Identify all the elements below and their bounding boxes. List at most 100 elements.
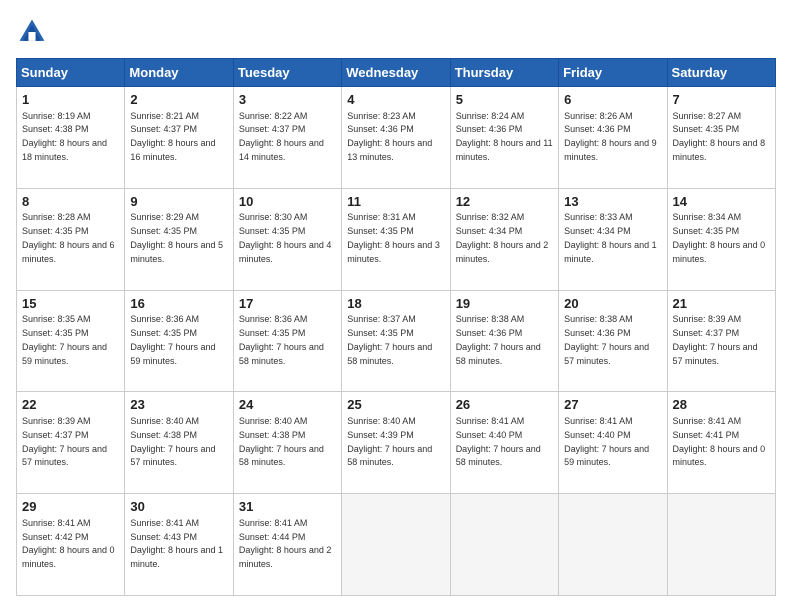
day-number: 7	[673, 91, 770, 109]
calendar-cell: 10 Sunrise: 8:30 AMSunset: 4:35 PMDaylig…	[233, 188, 341, 290]
col-header-monday: Monday	[125, 59, 233, 87]
day-number: 3	[239, 91, 336, 109]
calendar-cell: 22 Sunrise: 8:39 AMSunset: 4:37 PMDaylig…	[17, 392, 125, 494]
day-number: 8	[22, 193, 119, 211]
header	[16, 16, 776, 48]
calendar-cell: 1 Sunrise: 8:19 AMSunset: 4:38 PMDayligh…	[17, 87, 125, 189]
day-number: 25	[347, 396, 444, 414]
cell-info: Sunrise: 8:35 AMSunset: 4:35 PMDaylight:…	[22, 314, 107, 365]
cell-info: Sunrise: 8:39 AMSunset: 4:37 PMDaylight:…	[22, 416, 107, 467]
col-header-wednesday: Wednesday	[342, 59, 450, 87]
day-number: 31	[239, 498, 336, 516]
calendar-cell: 24 Sunrise: 8:40 AMSunset: 4:38 PMDaylig…	[233, 392, 341, 494]
calendar-cell: 13 Sunrise: 8:33 AMSunset: 4:34 PMDaylig…	[559, 188, 667, 290]
cell-info: Sunrise: 8:39 AMSunset: 4:37 PMDaylight:…	[673, 314, 758, 365]
day-number: 19	[456, 295, 553, 313]
cell-info: Sunrise: 8:41 AMSunset: 4:43 PMDaylight:…	[130, 518, 223, 569]
day-number: 18	[347, 295, 444, 313]
cell-info: Sunrise: 8:21 AMSunset: 4:37 PMDaylight:…	[130, 111, 215, 162]
calendar-cell: 21 Sunrise: 8:39 AMSunset: 4:37 PMDaylig…	[667, 290, 775, 392]
cell-info: Sunrise: 8:41 AMSunset: 4:44 PMDaylight:…	[239, 518, 332, 569]
calendar-cell: 27 Sunrise: 8:41 AMSunset: 4:40 PMDaylig…	[559, 392, 667, 494]
calendar-header-row: SundayMondayTuesdayWednesdayThursdayFrid…	[17, 59, 776, 87]
calendar-cell: 9 Sunrise: 8:29 AMSunset: 4:35 PMDayligh…	[125, 188, 233, 290]
calendar-cell: 29 Sunrise: 8:41 AMSunset: 4:42 PMDaylig…	[17, 494, 125, 596]
cell-info: Sunrise: 8:24 AMSunset: 4:36 PMDaylight:…	[456, 111, 553, 162]
cell-info: Sunrise: 8:28 AMSunset: 4:35 PMDaylight:…	[22, 212, 115, 263]
cell-info: Sunrise: 8:40 AMSunset: 4:38 PMDaylight:…	[130, 416, 215, 467]
day-number: 22	[22, 396, 119, 414]
page: SundayMondayTuesdayWednesdayThursdayFrid…	[0, 0, 792, 612]
cell-info: Sunrise: 8:38 AMSunset: 4:36 PMDaylight:…	[456, 314, 541, 365]
cell-info: Sunrise: 8:36 AMSunset: 4:35 PMDaylight:…	[239, 314, 324, 365]
calendar-cell: 8 Sunrise: 8:28 AMSunset: 4:35 PMDayligh…	[17, 188, 125, 290]
calendar-cell: 16 Sunrise: 8:36 AMSunset: 4:35 PMDaylig…	[125, 290, 233, 392]
logo	[16, 16, 52, 48]
calendar-cell: 6 Sunrise: 8:26 AMSunset: 4:36 PMDayligh…	[559, 87, 667, 189]
cell-info: Sunrise: 8:37 AMSunset: 4:35 PMDaylight:…	[347, 314, 432, 365]
day-number: 15	[22, 295, 119, 313]
day-number: 29	[22, 498, 119, 516]
col-header-tuesday: Tuesday	[233, 59, 341, 87]
cell-info: Sunrise: 8:40 AMSunset: 4:38 PMDaylight:…	[239, 416, 324, 467]
day-number: 21	[673, 295, 770, 313]
calendar-cell: 5 Sunrise: 8:24 AMSunset: 4:36 PMDayligh…	[450, 87, 558, 189]
day-number: 27	[564, 396, 661, 414]
cell-info: Sunrise: 8:41 AMSunset: 4:41 PMDaylight:…	[673, 416, 766, 467]
calendar-cell: 25 Sunrise: 8:40 AMSunset: 4:39 PMDaylig…	[342, 392, 450, 494]
calendar-cell: 31 Sunrise: 8:41 AMSunset: 4:44 PMDaylig…	[233, 494, 341, 596]
cell-info: Sunrise: 8:40 AMSunset: 4:39 PMDaylight:…	[347, 416, 432, 467]
calendar-cell: 28 Sunrise: 8:41 AMSunset: 4:41 PMDaylig…	[667, 392, 775, 494]
day-number: 6	[564, 91, 661, 109]
cell-info: Sunrise: 8:22 AMSunset: 4:37 PMDaylight:…	[239, 111, 324, 162]
calendar-cell	[450, 494, 558, 596]
calendar-cell	[342, 494, 450, 596]
cell-info: Sunrise: 8:41 AMSunset: 4:40 PMDaylight:…	[564, 416, 649, 467]
day-number: 4	[347, 91, 444, 109]
day-number: 11	[347, 193, 444, 211]
day-number: 9	[130, 193, 227, 211]
calendar-table: SundayMondayTuesdayWednesdayThursdayFrid…	[16, 58, 776, 596]
day-number: 10	[239, 193, 336, 211]
day-number: 26	[456, 396, 553, 414]
col-header-sunday: Sunday	[17, 59, 125, 87]
calendar-cell: 12 Sunrise: 8:32 AMSunset: 4:34 PMDaylig…	[450, 188, 558, 290]
calendar-cell: 17 Sunrise: 8:36 AMSunset: 4:35 PMDaylig…	[233, 290, 341, 392]
day-number: 20	[564, 295, 661, 313]
week-row-2: 8 Sunrise: 8:28 AMSunset: 4:35 PMDayligh…	[17, 188, 776, 290]
week-row-5: 29 Sunrise: 8:41 AMSunset: 4:42 PMDaylig…	[17, 494, 776, 596]
cell-info: Sunrise: 8:30 AMSunset: 4:35 PMDaylight:…	[239, 212, 332, 263]
day-number: 16	[130, 295, 227, 313]
cell-info: Sunrise: 8:31 AMSunset: 4:35 PMDaylight:…	[347, 212, 440, 263]
week-row-1: 1 Sunrise: 8:19 AMSunset: 4:38 PMDayligh…	[17, 87, 776, 189]
day-number: 17	[239, 295, 336, 313]
calendar-cell	[559, 494, 667, 596]
calendar-cell: 14 Sunrise: 8:34 AMSunset: 4:35 PMDaylig…	[667, 188, 775, 290]
cell-info: Sunrise: 8:32 AMSunset: 4:34 PMDaylight:…	[456, 212, 549, 263]
day-number: 24	[239, 396, 336, 414]
cell-info: Sunrise: 8:19 AMSunset: 4:38 PMDaylight:…	[22, 111, 107, 162]
cell-info: Sunrise: 8:36 AMSunset: 4:35 PMDaylight:…	[130, 314, 215, 365]
calendar-cell: 26 Sunrise: 8:41 AMSunset: 4:40 PMDaylig…	[450, 392, 558, 494]
day-number: 30	[130, 498, 227, 516]
week-row-4: 22 Sunrise: 8:39 AMSunset: 4:37 PMDaylig…	[17, 392, 776, 494]
calendar-cell: 4 Sunrise: 8:23 AMSunset: 4:36 PMDayligh…	[342, 87, 450, 189]
cell-info: Sunrise: 8:34 AMSunset: 4:35 PMDaylight:…	[673, 212, 766, 263]
calendar-cell: 23 Sunrise: 8:40 AMSunset: 4:38 PMDaylig…	[125, 392, 233, 494]
cell-info: Sunrise: 8:26 AMSunset: 4:36 PMDaylight:…	[564, 111, 657, 162]
calendar-cell: 15 Sunrise: 8:35 AMSunset: 4:35 PMDaylig…	[17, 290, 125, 392]
calendar-cell: 11 Sunrise: 8:31 AMSunset: 4:35 PMDaylig…	[342, 188, 450, 290]
col-header-friday: Friday	[559, 59, 667, 87]
day-number: 1	[22, 91, 119, 109]
calendar-cell: 20 Sunrise: 8:38 AMSunset: 4:36 PMDaylig…	[559, 290, 667, 392]
cell-info: Sunrise: 8:41 AMSunset: 4:42 PMDaylight:…	[22, 518, 115, 569]
day-number: 5	[456, 91, 553, 109]
calendar-cell: 3 Sunrise: 8:22 AMSunset: 4:37 PMDayligh…	[233, 87, 341, 189]
cell-info: Sunrise: 8:27 AMSunset: 4:35 PMDaylight:…	[673, 111, 766, 162]
day-number: 14	[673, 193, 770, 211]
cell-info: Sunrise: 8:33 AMSunset: 4:34 PMDaylight:…	[564, 212, 657, 263]
calendar-cell: 30 Sunrise: 8:41 AMSunset: 4:43 PMDaylig…	[125, 494, 233, 596]
col-header-saturday: Saturday	[667, 59, 775, 87]
calendar-cell: 2 Sunrise: 8:21 AMSunset: 4:37 PMDayligh…	[125, 87, 233, 189]
cell-info: Sunrise: 8:23 AMSunset: 4:36 PMDaylight:…	[347, 111, 432, 162]
